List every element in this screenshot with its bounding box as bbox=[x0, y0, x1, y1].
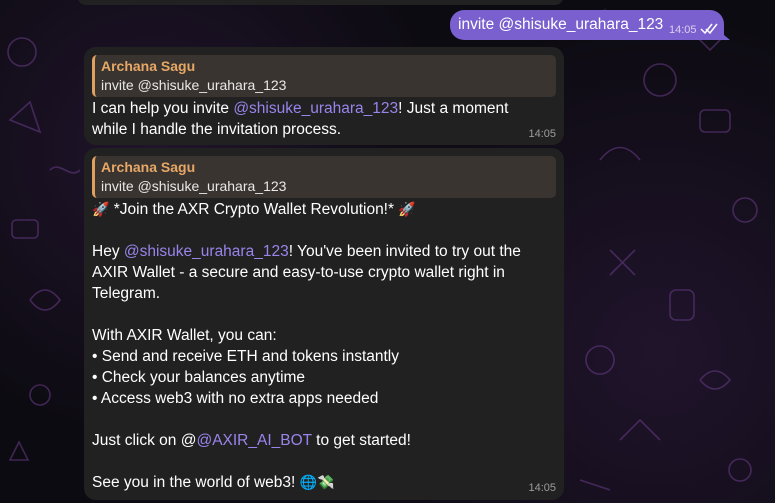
cta-suffix: to get started! bbox=[311, 432, 411, 449]
outgoing-message-time: 14:05 bbox=[669, 24, 697, 36]
message-headline: *Join the AXR Crypto Wallet Revolution!* bbox=[109, 201, 399, 218]
message-text-suffix: ! Just a moment bbox=[398, 100, 509, 117]
reply-quote[interactable]: Archana Sagu invite @shisuke_urahara_123 bbox=[92, 156, 556, 198]
reply-quote-author: Archana Sagu bbox=[101, 159, 196, 175]
outgoing-bubble-tail bbox=[718, 30, 730, 40]
rocket-emoji: 🚀 bbox=[92, 201, 110, 217]
message-text-line: Telegram. bbox=[92, 285, 161, 302]
incoming-message-bubble[interactable]: Archana Sagu invite @shisuke_urahara_123… bbox=[84, 47, 564, 145]
message-text: I can help you invite @shisuke_urahara_1… bbox=[92, 98, 547, 140]
rocket-emoji: 🚀 bbox=[398, 201, 416, 217]
message-text-line: AXIR Wallet - a secure and easy-to-use c… bbox=[92, 264, 505, 281]
globe-money-emoji: 🌐💸 bbox=[299, 474, 335, 490]
user-mention-link[interactable]: @shisuke_urahara_123 bbox=[233, 100, 398, 117]
outgoing-message-bubble[interactable]: invite @shisuke_urahara_123 14:05 bbox=[450, 10, 724, 40]
message-time: 14:05 bbox=[528, 128, 556, 140]
reply-quote-author: Archana Sagu bbox=[101, 58, 196, 74]
double-check-icon bbox=[700, 23, 718, 35]
feature-item: • Send and receive ETH and tokens instan… bbox=[92, 348, 399, 365]
features-intro: With AXIR Wallet, you can: bbox=[92, 327, 277, 344]
incoming-message-bubble[interactable]: Archana Sagu invite @shisuke_urahara_123… bbox=[84, 148, 564, 500]
previous-message-bubble bbox=[78, 0, 563, 5]
message-time: 14:05 bbox=[528, 482, 556, 494]
message-text-line: while I handle the invitation process. bbox=[92, 121, 342, 138]
message-text: 🚀 *Join the AXR Crypto Wallet Revolution… bbox=[92, 199, 547, 493]
user-mention-link[interactable]: @shisuke_urahara_123 bbox=[124, 243, 289, 260]
reply-quote[interactable]: Archana Sagu invite @shisuke_urahara_123 bbox=[92, 55, 556, 97]
feature-item: • Check your balances anytime bbox=[92, 369, 306, 386]
outgoing-message-text: invite @shisuke_urahara_123 bbox=[458, 16, 664, 33]
feature-item: • Access web3 with no extra apps needed bbox=[92, 390, 379, 407]
reply-quote-text: invite @shisuke_urahara_123 bbox=[101, 178, 287, 194]
greeting-prefix: Hey bbox=[92, 243, 124, 260]
closing-text: See you in the world of web3! bbox=[92, 474, 300, 491]
cta-prefix: Just click on @ bbox=[92, 432, 197, 449]
message-text-prefix: I can help you invite bbox=[92, 100, 234, 117]
reply-quote-text: invite @shisuke_urahara_123 bbox=[101, 77, 287, 93]
bot-username-link[interactable]: @AXIR_AI_BOT bbox=[196, 432, 311, 449]
greeting-suffix: ! You've been invited to try out the bbox=[288, 243, 521, 260]
